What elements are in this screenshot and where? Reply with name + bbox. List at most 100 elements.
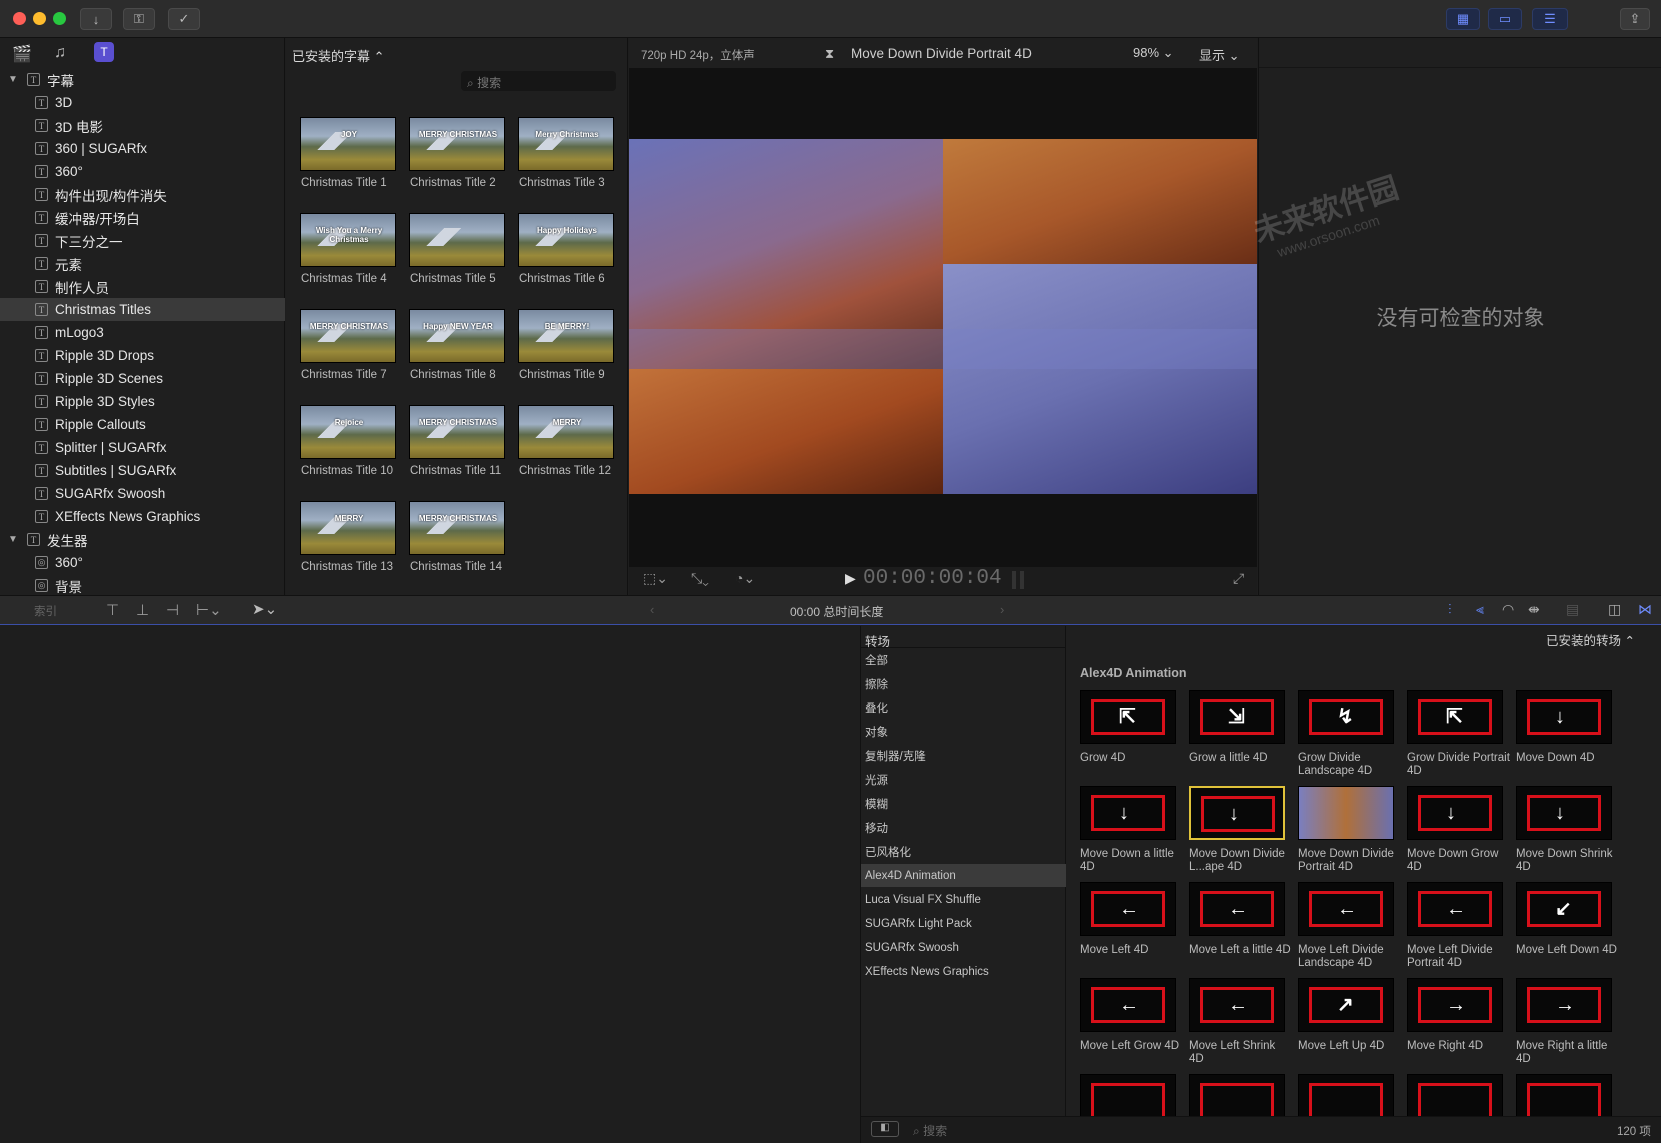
library-item[interactable]: T 下三分之一	[0, 229, 285, 252]
transition-thumbnail[interactable]	[1516, 1074, 1612, 1116]
back-arrow-icon[interactable]: ‹	[650, 602, 654, 617]
inspector-toggle-button[interactable]: ☰	[1532, 8, 1568, 30]
solo-icon[interactable]: ◠	[1502, 601, 1514, 618]
transition-thumbnail[interactable]: →	[1407, 978, 1503, 1032]
forward-arrow-icon[interactable]: ›	[1000, 602, 1004, 617]
transition-thumbnail[interactable]: ←	[1407, 882, 1503, 936]
libraries-tab-icon[interactable]: 🎬	[12, 44, 32, 64]
title-thumbnail[interactable]: MERRY	[518, 405, 614, 459]
analysis-button[interactable]: ✓	[168, 8, 200, 30]
transition-thumbnail[interactable]: ←	[1189, 978, 1285, 1032]
audio-skimming-icon[interactable]: ⫷	[1476, 601, 1484, 618]
index-button[interactable]: 索引	[34, 603, 57, 619]
title-thumbnail[interactable]: Happy Holidays	[518, 213, 614, 267]
transition-thumbnail[interactable]: ←	[1080, 882, 1176, 936]
photos-audio-tab-icon[interactable]: ♫	[54, 44, 66, 62]
select-tool-icon[interactable]: ➤⌄	[252, 600, 277, 618]
library-item[interactable]: T XEffects News Graphics	[0, 505, 285, 528]
library-item[interactable]: T 360°	[0, 160, 285, 183]
transition-thumbnail[interactable]: ↗	[1298, 978, 1394, 1032]
library-item[interactable]: T Christmas Titles	[0, 298, 285, 321]
fullscreen-icon[interactable]: ⤢	[1233, 570, 1244, 587]
library-item[interactable]: T 元素	[0, 252, 285, 275]
library-item[interactable]: ◎ 360°	[0, 551, 285, 574]
transition-thumbnail[interactable]	[1298, 1074, 1394, 1116]
transition-thumbnail[interactable]: ←	[1298, 882, 1394, 936]
disclosure-triangle-icon[interactable]: ▼	[8, 534, 18, 545]
title-thumbnail[interactable]: JOY	[300, 117, 396, 171]
transition-thumbnail[interactable]: ↓	[1407, 786, 1503, 840]
transitions-browser-icon[interactable]: ⋈	[1638, 601, 1652, 618]
transition-thumbnail[interactable]: ⇱	[1407, 690, 1503, 744]
transition-thumbnail[interactable]: ↙	[1516, 882, 1612, 936]
effects-browser-icon[interactable]: ◫	[1608, 601, 1621, 618]
keywords-button[interactable]: ⚿	[123, 8, 155, 30]
display-popup[interactable]: 显示 ⌄	[1199, 45, 1240, 64]
disclosure-triangle-icon[interactable]: ▼	[8, 74, 18, 85]
library-item[interactable]: T 制作人员	[0, 275, 285, 298]
transition-thumbnail[interactable]: ↓	[1189, 786, 1285, 840]
transition-thumbnail[interactable]	[1189, 1074, 1285, 1116]
library-item[interactable]: T Ripple 3D Styles	[0, 390, 285, 413]
play-button[interactable]: ▶	[845, 570, 856, 587]
transition-thumbnail[interactable]: ↓	[1516, 786, 1612, 840]
connect-clip-icon[interactable]: ⊤	[106, 601, 119, 619]
title-thumbnail[interactable]: MERRY CHRISTMAS	[409, 117, 505, 171]
title-thumbnail[interactable]: MERRY CHRISTMAS	[300, 309, 396, 363]
transition-thumbnail[interactable]	[1407, 1074, 1503, 1116]
transition-thumbnail[interactable]: ←	[1080, 978, 1176, 1032]
library-item[interactable]: T Splitter | SUGARfx	[0, 436, 285, 459]
library-item[interactable]: T Subtitles | SUGARfx	[0, 459, 285, 482]
library-item[interactable]: T 构件出现/构件消失	[0, 183, 285, 206]
insert-clip-icon[interactable]: ⊥	[136, 601, 149, 619]
title-thumbnail[interactable]: Rejoice	[300, 405, 396, 459]
library-item[interactable]: T 360 | SUGARfx	[0, 137, 285, 160]
titles-generators-tab-icon[interactable]: T	[94, 42, 114, 62]
zoom-popup[interactable]: 98% ⌄	[1133, 45, 1174, 61]
transform-tools-icon[interactable]: ⤡⌄	[691, 570, 709, 587]
transition-thumbnail[interactable]: ↓	[1080, 786, 1176, 840]
retime-icon[interactable]: ◔⌄	[735, 570, 755, 587]
transition-thumbnail[interactable]: →	[1516, 978, 1612, 1032]
library-section-1[interactable]: ▼ T 发生器	[0, 528, 285, 551]
overwrite-clip-icon[interactable]: ⊢⌄	[196, 601, 222, 619]
title-thumbnail[interactable]: MERRY CHRISTMAS	[409, 501, 505, 555]
share-button[interactable]: ⇪	[1620, 8, 1650, 30]
title-thumbnail[interactable]: MERRY	[300, 501, 396, 555]
transition-thumbnail[interactable]: ⇱	[1080, 690, 1176, 744]
transition-thumbnail[interactable]	[1298, 786, 1394, 840]
library-section-0[interactable]: ▼ T 字幕	[0, 68, 285, 91]
minimize-window-button[interactable]	[33, 12, 46, 25]
transition-thumbnail[interactable]: ⇲	[1189, 690, 1285, 744]
import-button[interactable]: ↓	[80, 8, 112, 30]
transition-thumbnail[interactable]: ↯	[1298, 690, 1394, 744]
timeline-area[interactable]	[0, 626, 860, 1143]
snapping-icon[interactable]: ⇼	[1528, 601, 1540, 618]
library-item[interactable]: T Ripple 3D Drops	[0, 344, 285, 367]
title-thumbnail[interactable]: Merry Christmas	[518, 117, 614, 171]
title-thumbnail[interactable]	[409, 213, 505, 267]
library-item[interactable]: T 3D	[0, 91, 285, 114]
library-item[interactable]: T SUGARfx Swoosh	[0, 482, 285, 505]
transition-thumbnail[interactable]: ↓	[1516, 690, 1612, 744]
title-thumbnail[interactable]: BE MERRY!	[518, 309, 614, 363]
library-item[interactable]: ◎ 背景	[0, 574, 285, 597]
title-thumbnail[interactable]: Wish You a Merry Christmas	[300, 213, 396, 267]
title-thumbnail[interactable]: Happy NEW YEAR	[409, 309, 505, 363]
browser-toggle-button[interactable]: ▦	[1446, 8, 1480, 30]
sidebar-toggle-icon[interactable]: ◧	[871, 1121, 899, 1137]
append-clip-icon[interactable]: ⊣	[166, 601, 179, 619]
library-item[interactable]: T Ripple Callouts	[0, 413, 285, 436]
skimming-icon[interactable]: ⫶	[1448, 601, 1452, 618]
transitions-search-field[interactable]: ⌕ 搜索	[913, 1122, 947, 1139]
library-item[interactable]: TmLogo3	[0, 321, 285, 344]
timeline-toggle-button[interactable]: ▭	[1488, 8, 1522, 30]
zoom-window-button[interactable]	[53, 12, 66, 25]
transition-thumbnail[interactable]: ←	[1189, 882, 1285, 936]
library-item[interactable]: T 缓冲器/开场白	[0, 206, 285, 229]
title-thumbnail[interactable]: MERRY CHRISTMAS	[409, 405, 505, 459]
library-item[interactable]: T 3D 电影	[0, 114, 285, 137]
view-options-icon[interactable]: ⬚⌄	[643, 570, 668, 587]
close-window-button[interactable]	[13, 12, 26, 25]
clip-appearance-icon[interactable]: ▤	[1566, 601, 1579, 618]
